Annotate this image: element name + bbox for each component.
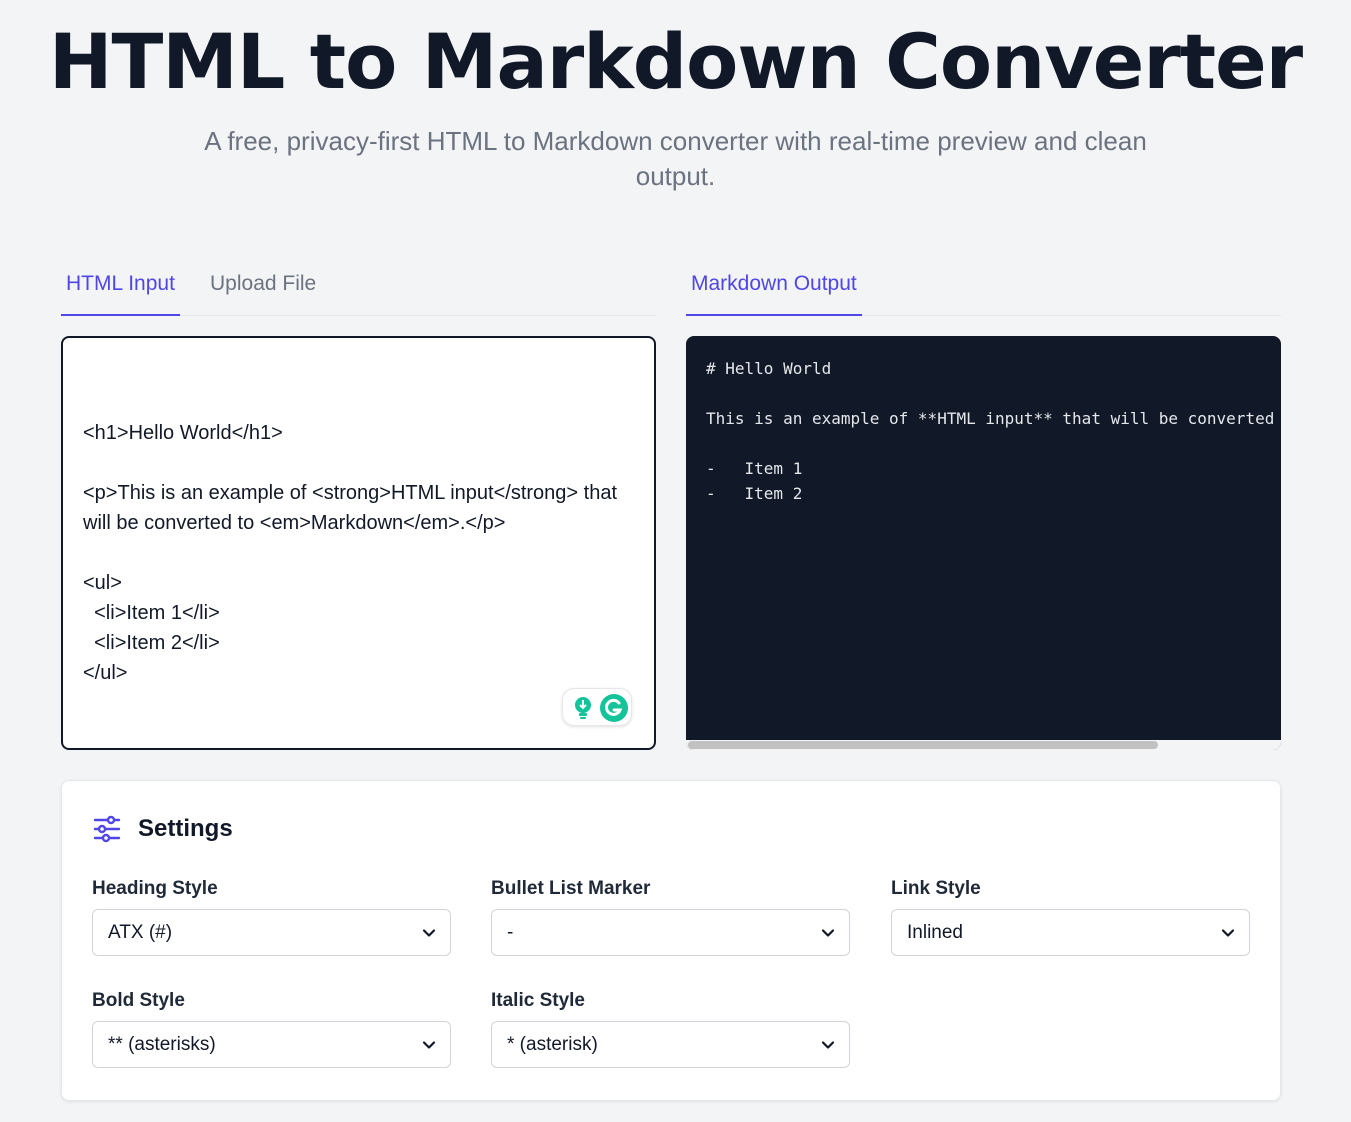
heading-style-value: ATX (#) xyxy=(108,922,173,943)
bold-style-select[interactable]: ** (asterisks) xyxy=(92,1021,451,1068)
bold-style-field: Bold Style ** (asterisks) xyxy=(92,989,451,1068)
heading-style-select[interactable]: ATX (#) xyxy=(92,909,451,956)
link-style-value: Inlined xyxy=(907,922,963,943)
italic-style-value: * (asterisk) xyxy=(507,1034,598,1055)
tab-markdown-output[interactable]: Markdown Output xyxy=(686,260,862,316)
bullet-marker-select[interactable]: - xyxy=(491,909,850,956)
chevron-down-icon xyxy=(422,1041,436,1049)
lightbulb-icon[interactable] xyxy=(571,695,595,721)
italic-style-select[interactable]: * (asterisk) xyxy=(491,1021,850,1068)
bold-style-label: Bold Style xyxy=(92,990,185,1011)
italic-style-label: Italic Style xyxy=(491,990,585,1011)
link-style-select[interactable]: Inlined xyxy=(891,909,1250,956)
chevron-down-icon xyxy=(821,1041,835,1049)
html-input-text[interactable]: <h1>Hello World</h1> <p>This is an examp… xyxy=(83,418,634,688)
settings-title: Settings xyxy=(138,815,233,842)
horizontal-scrollbar[interactable] xyxy=(686,740,1281,750)
bullet-marker-value: - xyxy=(507,922,514,943)
link-style-label: Link Style xyxy=(891,878,981,899)
tab-html-input[interactable]: HTML Input xyxy=(61,260,180,316)
grammarly-widget[interactable] xyxy=(562,688,632,726)
scrollbar-thumb[interactable] xyxy=(688,741,1158,749)
page-subtitle: A free, privacy-first HTML to Markdown c… xyxy=(204,126,1147,191)
grammarly-icon[interactable] xyxy=(599,693,629,723)
bullet-marker-field: Bullet List Marker - xyxy=(491,877,850,956)
markdown-output[interactable]: # Hello World This is an example of **HT… xyxy=(686,336,1281,750)
link-style-field: Link Style Inlined xyxy=(891,877,1250,956)
sliders-icon xyxy=(93,815,121,843)
bold-style-value: ** (asterisks) xyxy=(108,1034,216,1055)
output-tabs: Markdown Output xyxy=(686,260,1281,316)
page-title: HTML to Markdown Converter xyxy=(48,17,1303,106)
chevron-down-icon xyxy=(821,929,835,937)
heading-style-label: Heading Style xyxy=(92,878,218,899)
input-tabs: HTML Input Upload File xyxy=(61,260,656,316)
heading-style-field: Heading Style ATX (#) xyxy=(92,877,451,956)
chevron-down-icon xyxy=(422,929,436,937)
markdown-output-text: # Hello World This is an example of **HT… xyxy=(706,359,1275,503)
settings-panel: Settings Heading Style ATX (#) Bullet Li… xyxy=(61,780,1281,1101)
html-input-editor[interactable]: <h1>Hello World</h1> <p>This is an examp… xyxy=(61,336,656,750)
chevron-down-icon xyxy=(1221,929,1235,937)
bullet-marker-label: Bullet List Marker xyxy=(491,878,651,899)
tab-upload-file[interactable]: Upload File xyxy=(205,260,321,316)
italic-style-field: Italic Style * (asterisk) xyxy=(491,989,850,1068)
